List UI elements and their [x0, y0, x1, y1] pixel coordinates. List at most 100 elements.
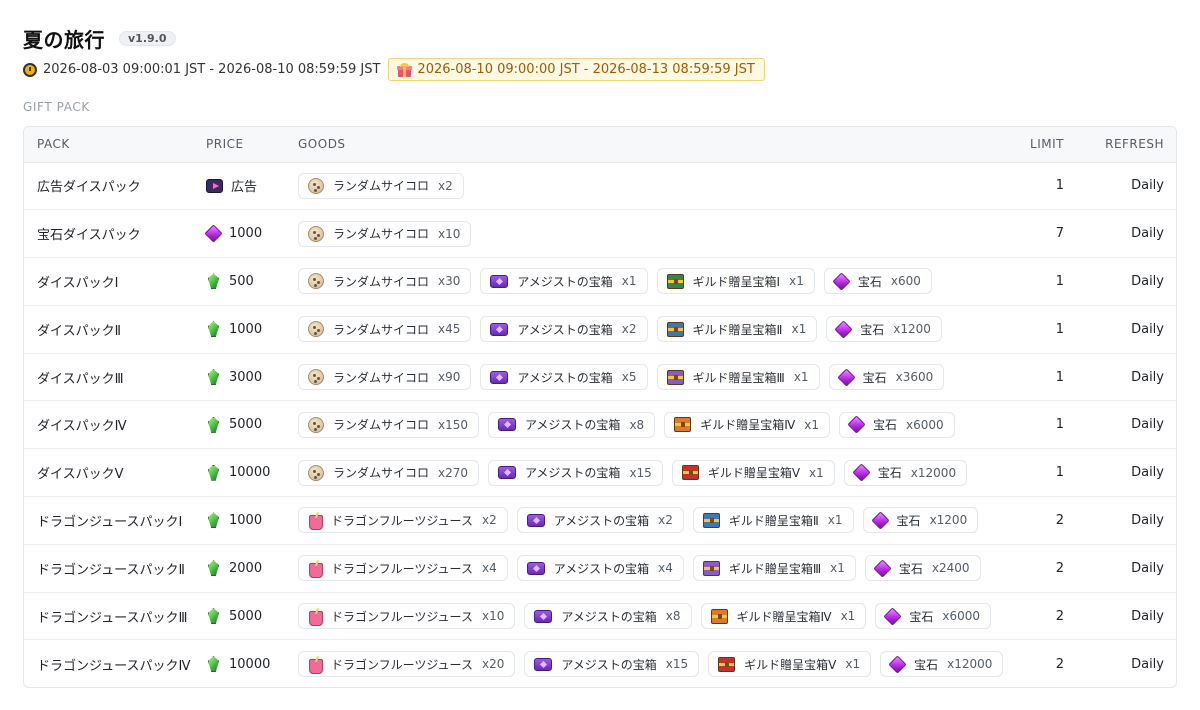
table-row: ダイスパックⅣ 5000 ランダムサイコロ x150 アメジストの宝箱 x8 ギルド贈呈宝箱… — [24, 401, 1176, 449]
dice-icon — [308, 416, 324, 433]
goods-name: アメジストの宝箱 — [553, 513, 650, 528]
amethyst-chest-icon — [490, 322, 509, 336]
guild-chest-5-icon — [718, 656, 736, 672]
goods-chip: ギルド贈呈宝箱Ⅲ x1 — [656, 364, 820, 391]
dice-icon — [308, 225, 324, 242]
goods-chip: ランダムサイコロ x10 — [298, 220, 472, 247]
price-value: 2000 — [229, 560, 263, 576]
limit-value: 2 — [1055, 608, 1064, 624]
goods-chip: ギルド贈呈宝箱Ⅰ x1 — [656, 268, 815, 295]
price-cell: 5000 — [206, 592, 298, 640]
goods-chip: アメジストの宝箱 x8 — [524, 603, 692, 630]
goods-name: 宝石 — [873, 418, 898, 433]
dice-icon — [308, 369, 324, 386]
goods-quantity: x10 — [438, 226, 461, 241]
goods-name: ランダムサイコロ — [333, 274, 430, 289]
gem-icon — [847, 415, 866, 434]
gift-pack-table: PACK PRICE GOODS LIMIT REFRESH 広告ダイスパック広… — [23, 126, 1177, 688]
pack-name: ダイスパックⅠ — [37, 275, 119, 291]
goods-name: 宝石 — [877, 466, 902, 481]
goods-name: 宝石 — [909, 609, 934, 624]
gem-icon — [204, 224, 223, 243]
limit-value: 1 — [1055, 417, 1064, 433]
gem-icon — [832, 272, 851, 291]
gem-icon — [873, 559, 892, 578]
crystal-icon — [208, 464, 219, 481]
limit-value: 2 — [1055, 512, 1064, 528]
goods-chip: ランダムサイコロ x90 — [298, 364, 472, 391]
ad-icon — [206, 178, 223, 193]
refresh-value: Daily — [1131, 417, 1164, 433]
goods-quantity: x2 — [438, 178, 453, 193]
amethyst-chest-icon — [526, 513, 545, 527]
pack-name: ドラゴンジュースパックⅠ — [37, 514, 183, 530]
goods-quantity: x1 — [809, 465, 824, 480]
refresh-value: Daily — [1131, 178, 1164, 194]
crystal-icon — [208, 416, 219, 433]
price-cell: 10000 — [206, 449, 298, 497]
price-cell: 2000 — [206, 544, 298, 592]
goods-name: アメジストの宝箱 — [517, 370, 613, 385]
goods-chip: ギルド贈呈宝箱Ⅱ x1 — [656, 316, 818, 343]
goods-chip: アメジストの宝箱 x8 — [488, 411, 656, 438]
goods-name: アメジストの宝箱 — [561, 657, 657, 672]
dragon-juice-icon — [308, 512, 323, 531]
goods-chip: ドラゴンフルーツジュース x2 — [298, 507, 508, 534]
goods-name: 宝石 — [914, 657, 939, 672]
goods-quantity: x8 — [665, 609, 681, 624]
table-row: ダイスパックⅤ 10000 ランダムサイコロ x270 アメジストの宝箱 x15 ギルド贈呈… — [24, 449, 1176, 497]
price-value: 広告 — [231, 180, 258, 196]
goods-name: ギルド贈呈宝箱Ⅳ — [700, 418, 796, 433]
goods-quantity: x12000 — [947, 657, 993, 672]
goods-cell: ランダムサイコロ x150 アメジストの宝箱 x8 ギルド贈呈宝箱Ⅳ x1 宝石 x6000 — [298, 401, 988, 449]
price-cell: 1000 — [206, 497, 298, 545]
goods-name: ギルド贈呈宝箱Ⅱ — [692, 322, 783, 337]
goods-chip: アメジストの宝箱 x15 — [524, 651, 700, 678]
goods-name: ランダムサイコロ — [333, 322, 430, 337]
price-value: 5000 — [229, 417, 263, 433]
crystal-icon — [208, 608, 219, 625]
price-cell: 1000 — [204, 210, 298, 258]
page-title: 夏の旅行 — [23, 27, 105, 52]
goods-quantity: x4 — [481, 561, 497, 576]
limit-value: 7 — [1055, 226, 1064, 242]
price-value: 1000 — [229, 226, 263, 242]
refresh-value: Daily — [1131, 321, 1164, 337]
gem-icon — [834, 320, 853, 339]
price-cell: 1000 — [206, 305, 298, 353]
goods-chip: 宝石 x2400 — [864, 555, 981, 582]
goods-name: アメジストの宝箱 — [553, 561, 650, 576]
goods-chip: ギルド贈呈宝箱Ⅳ x1 — [700, 603, 867, 630]
goods-quantity: x4 — [658, 561, 673, 576]
goods-chip: アメジストの宝箱 x5 — [480, 364, 648, 391]
goods-chip: ドラゴンフルーツジュース x10 — [298, 603, 516, 630]
goods-quantity: x1 — [793, 370, 809, 385]
column-header-goods: GOODS — [298, 127, 988, 163]
goods-cell: ランダムサイコロ x2 — [298, 162, 988, 210]
goods-quantity: x1200 — [929, 513, 968, 528]
table-row: ダイスパックⅢ 3000 ランダムサイコロ x90 アメジストの宝箱 x5 ギルド贈呈宝箱Ⅲ… — [24, 353, 1176, 401]
goods-name: ギルド贈呈宝箱Ⅰ — [692, 274, 781, 289]
goods-quantity: x45 — [438, 322, 461, 337]
pack-name: ドラゴンジュースパックⅡ — [37, 562, 185, 578]
version-badge: v1.9.0 — [119, 30, 176, 46]
refresh-value: Daily — [1131, 656, 1164, 672]
goods-cell: ランダムサイコロ x270 アメジストの宝箱 x15 ギルド贈呈宝箱Ⅴ x1 宝石 x1200… — [298, 449, 988, 497]
goods-chip: 宝石 x6000 — [839, 411, 955, 438]
goods-quantity: x1 — [827, 513, 843, 528]
crystal-icon — [208, 321, 219, 338]
goods-chip: 宝石 x6000 — [875, 603, 991, 630]
price-cell: 広告 — [206, 162, 298, 210]
dragon-juice-icon — [308, 608, 323, 627]
pack-name: ダイスパックⅣ — [37, 419, 127, 435]
goods-chip: 宝石 x12000 — [880, 651, 1004, 678]
goods-name: 宝石 — [860, 322, 885, 337]
price-value: 5000 — [229, 608, 263, 624]
goods-chip: ランダムサイコロ x30 — [298, 268, 472, 295]
goods-quantity: x2 — [481, 513, 497, 528]
goods-quantity: x1 — [791, 322, 807, 337]
goods-cell: ドラゴンフルーツジュース x10 アメジストの宝箱 x8 ギルド贈呈宝箱Ⅳ x1 宝石 x60… — [298, 592, 991, 640]
price-value: 10000 — [229, 465, 271, 481]
amethyst-chest-icon — [498, 418, 517, 432]
goods-name: ギルド贈呈宝箱Ⅳ — [736, 609, 832, 624]
